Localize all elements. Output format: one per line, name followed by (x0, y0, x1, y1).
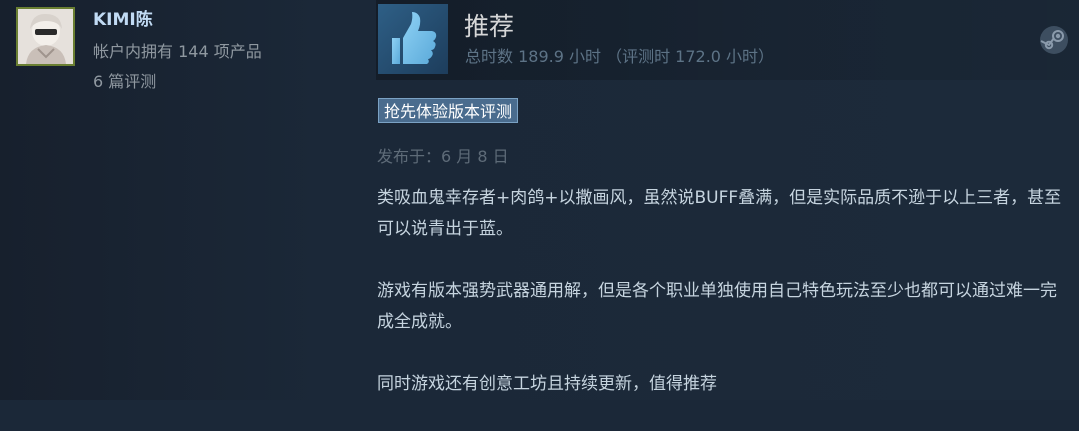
review-paragraph: 同时游戏还有创意工坊且持续更新，值得推荐 (377, 374, 717, 394)
thumbs-up-icon (392, 12, 437, 64)
recommendation-title: 推荐 (464, 12, 515, 41)
review-paragraph: 类吸血鬼幸存者+肉鸽+以撒画风，虽然说BUFF叠满，但是实际品质不逊于以上三者，… (377, 188, 1062, 239)
review-paragraph: 游戏有版本强势武器通用解，但是各个职业单独使用自己特色玩法至少也都可以通过难一完… (377, 281, 1057, 332)
reviewer-avatar[interactable] (16, 7, 75, 66)
playtime-hours: 总时数 189.9 小时 （评测时 172.0 小时） (465, 47, 775, 66)
review-content: 类吸血鬼幸存者+肉鸽+以撒画风，虽然说BUFF叠满，但是实际品质不逊于以上三者，… (377, 183, 1067, 431)
vote-header[interactable]: 推荐 总时数 189.9 小时 （评测时 172.0 小时） (376, 0, 1079, 80)
reviewer-name[interactable]: KIMI陈 (93, 9, 153, 31)
review-count[interactable]: 6 篇评测 (93, 72, 156, 92)
posted-date: 发布于：6 月 8 日 (377, 147, 509, 166)
early-access-badge: 抢先体验版本评测 (378, 98, 519, 123)
review-card: KIMI陈 帐户内拥有 144 项产品 6 篇评测 推荐 总时数 189.9 小… (0, 0, 1079, 400)
steam-logo-icon (1040, 26, 1068, 54)
products-owned[interactable]: 帐户内拥有 144 项产品 (93, 42, 262, 62)
vote-icon-box (378, 4, 448, 74)
